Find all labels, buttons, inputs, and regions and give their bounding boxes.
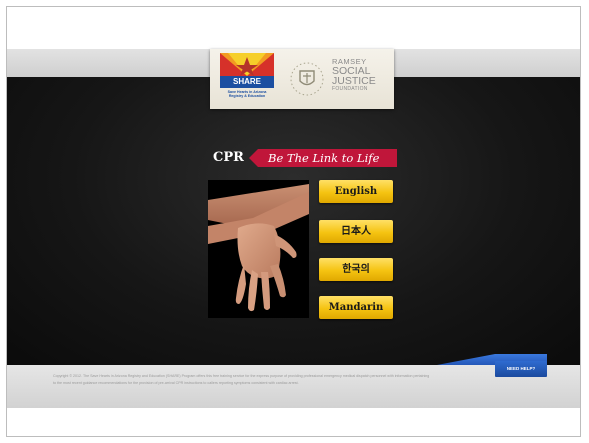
share-logo[interactable]: SHARE Save Hearts in Arizona Registry & … <box>220 53 274 105</box>
tagline-slogan: Be The Link to Life <box>268 151 380 165</box>
footer-copyright: Copyright © 2012. The Save Hearts in Ari… <box>53 374 430 385</box>
foundation-logo[interactable]: RAMSEY SOCIAL JUSTICE FOUNDATION <box>332 58 392 93</box>
seal-icon <box>289 61 325 97</box>
share-logo-name: SHARE <box>220 76 274 88</box>
mandarin-button[interactable]: Mandarin <box>319 296 393 319</box>
app-window: SHARE Save Hearts in Arizona Registry & … <box>6 6 581 437</box>
arizona-flag-icon <box>220 53 274 76</box>
foundation-line-3: JUSTICE <box>332 75 376 87</box>
foundation-line-4: FOUNDATION <box>332 86 368 92</box>
korean-button[interactable]: 한국의 <box>319 258 393 281</box>
hands-cpr-photo <box>208 180 309 318</box>
share-logo-subtitle: Save Hearts in Arizona Registry & Educat… <box>227 90 267 98</box>
logo-panel: SHARE Save Hearts in Arizona Registry & … <box>210 49 394 109</box>
need-help-button[interactable]: NEED HELP? <box>495 361 547 377</box>
japanese-button[interactable]: 日本人 <box>319 220 393 243</box>
english-button[interactable]: English <box>319 180 393 203</box>
cpr-label: CPR <box>213 150 244 165</box>
